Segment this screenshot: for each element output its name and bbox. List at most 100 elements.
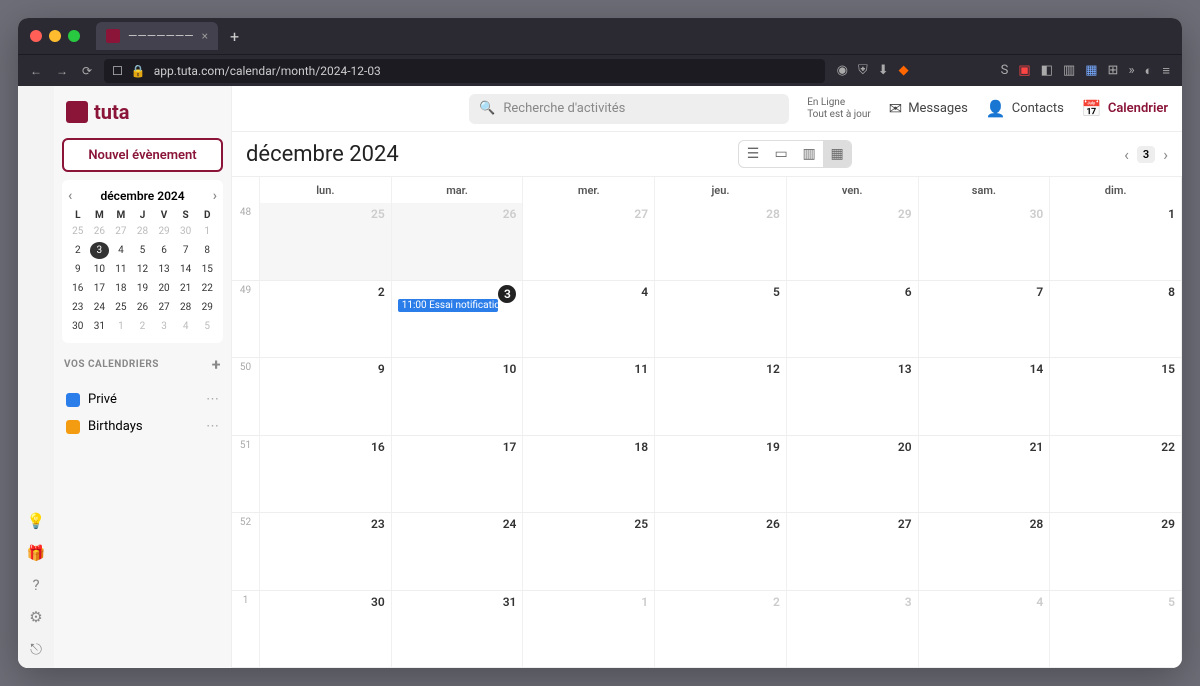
day-cell[interactable]: 30 [919, 203, 1051, 280]
view-agenda[interactable]: ☰ [739, 141, 767, 167]
logout-icon[interactable]: ⎋ [30, 640, 42, 658]
mini-day-cell[interactable]: 8 [197, 242, 217, 259]
day-cell[interactable]: 18 [523, 436, 655, 513]
day-cell[interactable]: 26 [655, 513, 787, 590]
mini-day-cell[interactable]: 20 [154, 280, 174, 297]
day-cell[interactable]: 25 [523, 513, 655, 590]
ext-icon[interactable]: ▣ [1018, 63, 1030, 79]
day-cell[interactable]: 30 [260, 591, 392, 668]
mini-day-cell[interactable]: 5 [197, 318, 217, 335]
download-icon[interactable]: ⬇ [878, 63, 889, 78]
day-cell[interactable]: 11 [523, 358, 655, 435]
shield-icon[interactable]: ⛨ [858, 63, 868, 78]
add-calendar-button[interactable]: + [212, 355, 221, 374]
mini-day-cell[interactable]: 5 [133, 242, 153, 259]
day-cell[interactable]: 7 [919, 281, 1051, 358]
ext-icon[interactable]: ▦ [1085, 63, 1097, 79]
day-cell[interactable]: 16 [260, 436, 392, 513]
calendar-more-icon[interactable]: ⋯ [206, 419, 219, 434]
day-cell[interactable]: 27 [787, 513, 919, 590]
help-icon[interactable]: ? [32, 576, 39, 594]
mini-day-cell[interactable]: 19 [133, 280, 153, 297]
maximize-window[interactable] [68, 30, 80, 42]
day-cell[interactable]: 12 [655, 358, 787, 435]
ext-icon[interactable]: S [1001, 63, 1009, 79]
mini-day-cell[interactable]: 29 [197, 299, 217, 316]
mini-day-cell[interactable]: 4 [176, 318, 196, 335]
day-cell[interactable]: 2 [260, 281, 392, 358]
mini-day-cell[interactable]: 18 [111, 280, 131, 297]
prev-month[interactable]: ‹ [1124, 145, 1129, 164]
brave-icon[interactable]: ◆ [899, 63, 909, 78]
mini-day-cell[interactable]: 9 [68, 261, 88, 278]
mini-day-cell[interactable]: 26 [90, 223, 110, 240]
mini-day-cell[interactable]: 17 [90, 280, 110, 297]
nav-messages[interactable]: ✉ Messages [889, 99, 968, 118]
mini-day-cell[interactable]: 27 [154, 299, 174, 316]
mini-day-cell[interactable]: 7 [176, 242, 196, 259]
mini-day-cell[interactable]: 30 [68, 318, 88, 335]
view-month[interactable]: ▦ [823, 141, 851, 167]
mini-day-cell[interactable]: 31 [90, 318, 110, 335]
calendar-item[interactable]: Privé ⋯ [62, 386, 223, 413]
mini-day-cell[interactable]: 22 [197, 280, 217, 297]
settings-icon[interactable]: ⚙ [29, 608, 42, 626]
day-cell[interactable]: 8 [1050, 281, 1182, 358]
day-cell[interactable]: 25 [260, 203, 392, 280]
mini-day-cell[interactable]: 12 [133, 261, 153, 278]
day-cell[interactable]: 2 [655, 591, 787, 668]
mini-day-cell[interactable]: 25 [68, 223, 88, 240]
next-month[interactable]: › [1163, 145, 1168, 164]
close-window[interactable] [30, 30, 42, 42]
nav-calendar[interactable]: 📅 Calendrier [1082, 99, 1168, 118]
minimize-window[interactable] [49, 30, 61, 42]
search-input[interactable]: 🔍 Recherche d'activités [469, 94, 789, 124]
forward-button[interactable]: → [56, 64, 68, 78]
day-cell[interactable]: 3 [787, 591, 919, 668]
mini-day-cell[interactable]: 3 [154, 318, 174, 335]
mini-day-cell[interactable]: 16 [68, 280, 88, 297]
mini-day-cell[interactable]: 30 [176, 223, 196, 240]
calendar-more-icon[interactable]: ⋯ [206, 392, 219, 407]
day-cell[interactable]: 29 [787, 203, 919, 280]
mini-day-cell[interactable]: 13 [154, 261, 174, 278]
day-cell[interactable]: 5 [1050, 591, 1182, 668]
lightbulb-icon[interactable]: 💡 [27, 512, 46, 530]
mini-day-cell[interactable]: 14 [176, 261, 196, 278]
day-cell[interactable]: 1 [1050, 203, 1182, 280]
day-cell[interactable]: 4 [523, 281, 655, 358]
calendar-item[interactable]: Birthdays ⋯ [62, 413, 223, 440]
day-cell[interactable]: 15 [1050, 358, 1182, 435]
day-cell[interactable]: 23 [260, 513, 392, 590]
day-cell[interactable]: 10 [392, 358, 524, 435]
browser-tab[interactable]: ——————— × [96, 22, 218, 50]
mini-prev-month[interactable]: ‹ [68, 188, 72, 204]
today-button[interactable]: 3 [1137, 146, 1155, 163]
ext-icon[interactable]: » [1128, 63, 1134, 79]
new-event-button[interactable]: Nouvel évènement [62, 138, 223, 172]
mini-day-cell[interactable]: 4 [111, 242, 131, 259]
mini-day-cell[interactable]: 29 [154, 223, 174, 240]
day-cell[interactable]: 24 [392, 513, 524, 590]
day-cell[interactable]: 19 [655, 436, 787, 513]
day-cell[interactable]: 13 [787, 358, 919, 435]
eye-icon[interactable]: ◉ [837, 63, 848, 78]
ext-icon[interactable]: ⊞ [1108, 63, 1119, 79]
mini-day-cell[interactable]: 28 [176, 299, 196, 316]
day-cell[interactable]: 1 [523, 591, 655, 668]
nav-contacts[interactable]: 👤 Contacts [986, 99, 1064, 118]
mini-day-cell[interactable]: 6 [154, 242, 174, 259]
mini-day-cell[interactable]: 25 [111, 299, 131, 316]
ext-icon[interactable]: ▥ [1063, 63, 1075, 79]
day-cell[interactable]: 26 [392, 203, 524, 280]
day-cell[interactable]: 6 [787, 281, 919, 358]
gift-icon[interactable]: 🎁 [27, 544, 46, 562]
day-cell[interactable]: 28 [655, 203, 787, 280]
calendar-event[interactable]: 11:00 Essai notification [398, 299, 499, 312]
day-cell[interactable]: 311:00 Essai notification [392, 281, 524, 358]
mini-day-cell[interactable]: 1 [111, 318, 131, 335]
mini-day-cell[interactable]: 21 [176, 280, 196, 297]
day-cell[interactable]: 17 [392, 436, 524, 513]
menu-icon[interactable]: ≡ [1162, 63, 1170, 79]
day-cell[interactable]: 21 [919, 436, 1051, 513]
